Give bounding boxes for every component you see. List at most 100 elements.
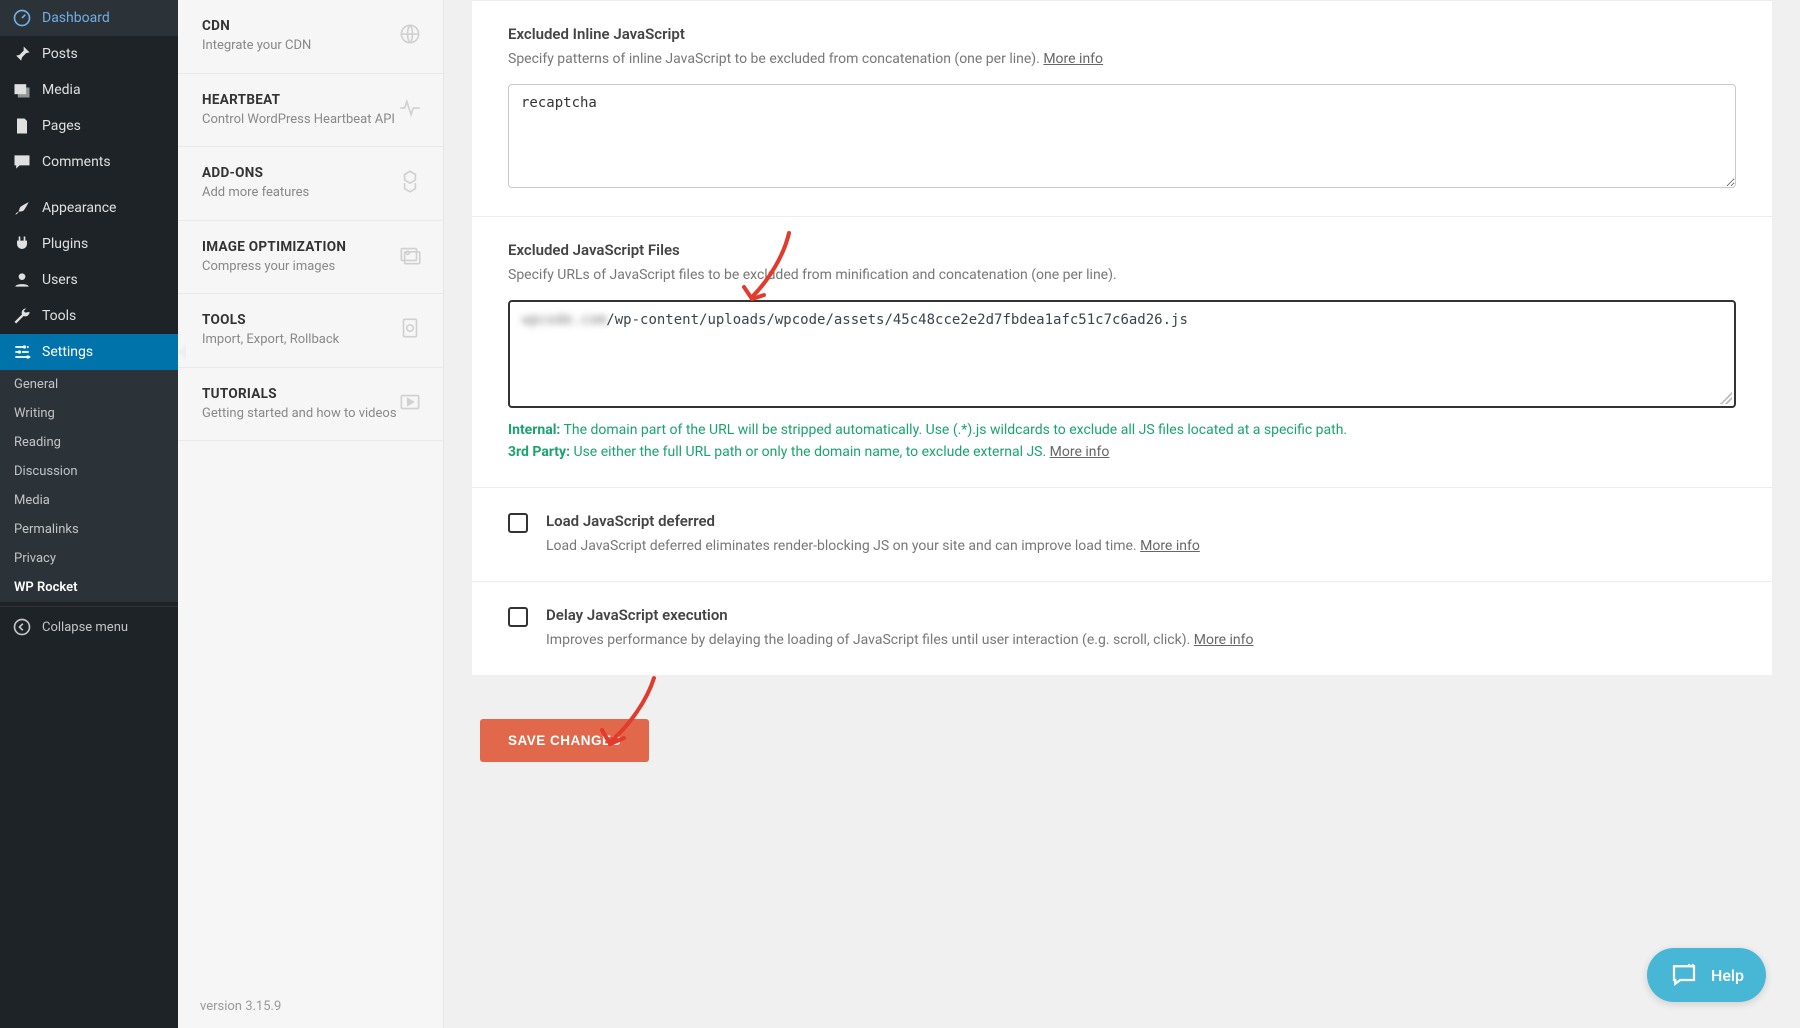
main-content: Excluded Inline JavaScript Specify patte…: [444, 0, 1800, 1028]
sidebar-label-appearance: Appearance: [42, 200, 116, 216]
wprocket-tabs: CDN Integrate your CDN HEARTBEAT Control…: [178, 0, 444, 1028]
tab-addons-title: ADD-ONS: [202, 165, 413, 181]
excluded-files-textarea[interactable]: wpcode.com/wp-content/uploads/wpcode/ass…: [508, 300, 1736, 408]
tab-heartbeat-title: HEARTBEAT: [202, 92, 413, 108]
submenu-writing[interactable]: Writing: [0, 399, 178, 428]
sidebar-item-dashboard[interactable]: Dashboard: [0, 0, 178, 36]
excluded-inline-title: Excluded Inline JavaScript: [508, 25, 1736, 43]
gear-file-icon: [397, 315, 423, 345]
tab-addons[interactable]: ADD-ONS Add more features: [178, 147, 443, 221]
section-excluded-js-files: Excluded JavaScript Files Specify URLs o…: [472, 217, 1772, 488]
sidebar-label-posts: Posts: [42, 46, 78, 62]
sidebar-label-settings: Settings: [42, 344, 93, 360]
submenu-discussion[interactable]: Discussion: [0, 457, 178, 486]
collapse-menu-button[interactable]: Collapse menu: [0, 606, 178, 647]
settings-submenu: General Writing Reading Discussion Media…: [0, 370, 178, 602]
submenu-reading[interactable]: Reading: [0, 428, 178, 457]
hint-internal-text: The domain part of the URL will be strip…: [560, 422, 1347, 438]
brush-icon: [12, 198, 32, 218]
excluded-files-value: /wp-content/uploads/wpcode/assets/45c48c…: [606, 312, 1188, 328]
tab-image-optimization[interactable]: IMAGE OPTIMIZATION Compress your images: [178, 221, 443, 295]
collapse-label: Collapse menu: [42, 620, 128, 635]
sidebar-item-users[interactable]: Users: [0, 262, 178, 298]
sidebar-label-tools: Tools: [42, 308, 76, 324]
sidebar-label-plugins: Plugins: [42, 236, 88, 252]
hint-internal-label: Internal:: [508, 422, 560, 438]
section-delay-execution: Delay JavaScript execution Improves perf…: [472, 582, 1772, 675]
delay-execution-more-link[interactable]: More info: [1194, 632, 1254, 648]
sidebar-label-comments: Comments: [42, 154, 111, 170]
dashboard-icon: [12, 8, 32, 28]
tab-heartbeat[interactable]: HEARTBEAT Control WordPress Heartbeat AP…: [178, 74, 443, 148]
sidebar-item-comments[interactable]: Comments: [0, 144, 178, 180]
sidebar-item-settings[interactable]: Settings: [0, 334, 178, 370]
load-deferred-more-link[interactable]: More info: [1140, 538, 1200, 554]
help-button[interactable]: Help: [1647, 948, 1766, 1002]
tab-tools-desc: Import, Export, Rollback: [202, 331, 413, 349]
heartbeat-icon: [397, 95, 423, 125]
sidebar-item-media[interactable]: Media: [0, 72, 178, 108]
tab-tools-title: TOOLS: [202, 312, 413, 328]
submenu-privacy[interactable]: Privacy: [0, 544, 178, 573]
hint-3rd-text: Use either the full URL path or only the…: [570, 444, 1050, 460]
sliders-icon: [12, 342, 32, 362]
submenu-permalinks[interactable]: Permalinks: [0, 515, 178, 544]
excluded-files-title: Excluded JavaScript Files: [508, 241, 1736, 259]
images-icon: [397, 242, 423, 272]
tab-tutorials-desc: Getting started and how to videos: [202, 405, 413, 423]
pin-icon: [12, 44, 32, 64]
submenu-media[interactable]: Media: [0, 486, 178, 515]
settings-panel: Excluded Inline JavaScript Specify patte…: [472, 0, 1772, 675]
comment-icon: [12, 152, 32, 172]
tab-tutorials[interactable]: TUTORIALS Getting started and how to vid…: [178, 368, 443, 442]
sidebar-label-users: Users: [42, 272, 78, 288]
wp-admin-sidebar: Dashboard Posts Media Pages Comments App…: [0, 0, 178, 1028]
hint-3rd-label: 3rd Party:: [508, 444, 570, 460]
excluded-files-more-link[interactable]: More info: [1050, 444, 1110, 460]
excluded-inline-desc: Specify patterns of inline JavaScript to…: [508, 49, 1736, 70]
sidebar-label-pages: Pages: [42, 118, 81, 134]
tab-cdn-title: CDN: [202, 18, 413, 34]
tab-tools[interactable]: TOOLS Import, Export, Rollback: [178, 294, 443, 368]
chat-icon: [1669, 960, 1699, 990]
excluded-files-value-blurred: wpcode.com: [522, 312, 606, 328]
sidebar-item-pages[interactable]: Pages: [0, 108, 178, 144]
delay-execution-title: Delay JavaScript execution: [546, 606, 1736, 624]
excluded-files-desc: Specify URLs of JavaScript files to be e…: [508, 265, 1736, 286]
video-icon: [397, 389, 423, 419]
tab-imgopt-desc: Compress your images: [202, 258, 413, 276]
delay-execution-checkbox[interactable]: [508, 607, 528, 627]
sidebar-label-dashboard: Dashboard: [42, 10, 110, 26]
excluded-files-hint: Internal: The domain part of the URL wil…: [508, 420, 1736, 463]
save-changes-button[interactable]: SAVE CHANGES: [480, 719, 649, 762]
tab-cdn[interactable]: CDN Integrate your CDN: [178, 0, 443, 74]
sidebar-item-tools[interactable]: Tools: [0, 298, 178, 334]
section-excluded-inline-js: Excluded Inline JavaScript Specify patte…: [472, 0, 1772, 217]
load-deferred-title: Load JavaScript deferred: [546, 512, 1736, 530]
excluded-inline-textarea[interactable]: [508, 84, 1736, 188]
page-icon: [12, 116, 32, 136]
help-label: Help: [1711, 966, 1744, 985]
submenu-general[interactable]: General: [0, 370, 178, 399]
tab-cdn-desc: Integrate your CDN: [202, 37, 413, 55]
load-deferred-desc-text: Load JavaScript deferred eliminates rend…: [546, 538, 1140, 554]
tab-addons-desc: Add more features: [202, 184, 413, 202]
sidebar-item-appearance[interactable]: Appearance: [0, 190, 178, 226]
user-icon: [12, 270, 32, 290]
submenu-wp-rocket[interactable]: WP Rocket: [0, 573, 178, 602]
excluded-inline-more-link[interactable]: More info: [1043, 51, 1103, 67]
section-load-deferred: Load JavaScript deferred Load JavaScript…: [472, 488, 1772, 582]
load-deferred-desc: Load JavaScript deferred eliminates rend…: [546, 536, 1736, 557]
load-deferred-checkbox[interactable]: [508, 513, 528, 533]
globe-icon: [397, 21, 423, 51]
tab-imgopt-title: IMAGE OPTIMIZATION: [202, 239, 413, 255]
boxes-icon: [397, 168, 423, 198]
media-icon: [12, 80, 32, 100]
sidebar-item-posts[interactable]: Posts: [0, 36, 178, 72]
delay-execution-desc: Improves performance by delaying the loa…: [546, 630, 1736, 651]
delay-execution-desc-text: Improves performance by delaying the loa…: [546, 632, 1194, 648]
collapse-icon: [12, 617, 32, 637]
plug-icon: [12, 234, 32, 254]
excluded-inline-desc-text: Specify patterns of inline JavaScript to…: [508, 51, 1043, 67]
sidebar-item-plugins[interactable]: Plugins: [0, 226, 178, 262]
